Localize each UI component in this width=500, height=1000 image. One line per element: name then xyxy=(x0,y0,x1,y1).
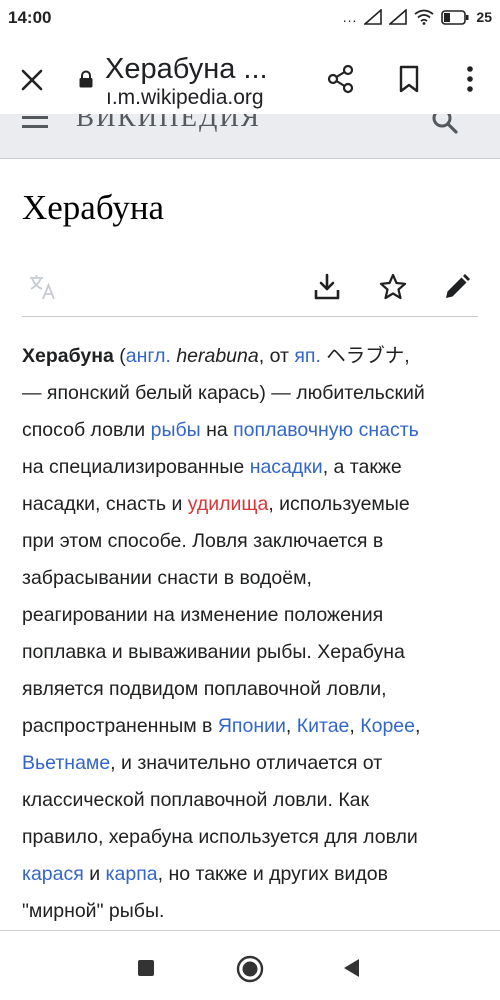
text-span: , xyxy=(349,715,361,737)
text-span: , но также и других видов xyxy=(157,863,388,885)
article-line: при этом способе. Ловля заключается в xyxy=(22,530,384,552)
share-icon xyxy=(327,64,354,94)
text-span: и xyxy=(83,863,106,885)
article-line: карася и карпа, но также и других видов xyxy=(22,856,482,893)
article-line: поплавка и вываживании рыбы. Херабуна xyxy=(22,641,405,663)
text-span: насадки, снасть и xyxy=(22,493,188,515)
screen: 14:00 ... 25 Херабуна ... ı.m.wikipedia.… xyxy=(0,0,500,1000)
link-bait[interactable]: насадки xyxy=(250,456,323,478)
wifi-icon xyxy=(414,9,434,25)
battery-icon xyxy=(441,9,469,25)
translate-icon xyxy=(30,275,55,300)
text-span: , от xyxy=(258,345,295,367)
page-title[interactable]: Херабуна ... xyxy=(105,53,268,86)
link-english[interactable]: англ. xyxy=(126,345,171,367)
bookmark-icon xyxy=(399,65,419,93)
article-line: — японский белый карась) — любительский xyxy=(22,382,425,404)
notification-dots: ... xyxy=(342,9,358,25)
wiki-header: ВИКИПЕДИЯ xyxy=(0,114,500,159)
recent-apps-button[interactable] xyxy=(136,958,156,978)
link-carp[interactable]: карпа xyxy=(106,863,158,885)
link-vietnam[interactable]: Вьетнаме xyxy=(22,752,110,774)
signal-icon xyxy=(389,9,408,25)
search-icon xyxy=(432,114,458,134)
article-line: забрасывании снасти в водоём, xyxy=(22,567,312,589)
link-china[interactable]: Китае xyxy=(297,715,350,737)
text-span: , а также xyxy=(322,456,402,478)
divider xyxy=(0,930,500,931)
article-line: Вьетнаме, и значительно отличается от xyxy=(22,745,482,782)
text-span: на xyxy=(200,419,234,441)
article-line: классической поплавочной ловли. Как xyxy=(22,789,370,811)
link-japan[interactable]: Японии xyxy=(218,715,286,737)
article-line: на специализированные насадки, а также xyxy=(22,449,482,486)
text-span: ヘラブナ, xyxy=(320,345,410,367)
link-float-tackle[interactable]: поплавочную снасть xyxy=(233,419,419,441)
search-button[interactable] xyxy=(430,114,460,136)
browser-toolbar: Херабуна ... ı.m.wikipedia.org xyxy=(0,40,500,114)
article-line: реагировании на изменение положения xyxy=(22,604,384,626)
redlink-rods[interactable]: удилища xyxy=(188,493,269,515)
edit-button[interactable] xyxy=(442,272,472,302)
more-vert-icon xyxy=(467,66,473,92)
text-span: , используемые xyxy=(268,493,410,515)
close-tab-button[interactable] xyxy=(14,62,50,98)
english-term: herabuna xyxy=(176,345,259,367)
battery-percent: 25 xyxy=(476,9,492,25)
article-heading: Херабуна xyxy=(22,188,165,227)
text-span: способ ловли xyxy=(22,419,151,441)
text-span: , xyxy=(285,715,297,737)
signal-icon xyxy=(364,9,383,25)
status-time: 14:00 xyxy=(8,8,52,27)
link-fish[interactable]: рыбы xyxy=(151,419,201,441)
lock-icon xyxy=(78,70,94,88)
text-span: , и значительно отличается от xyxy=(110,752,383,774)
download-button[interactable] xyxy=(312,272,342,302)
article-line: правило, херабуна используется для ловли xyxy=(22,826,418,848)
text-span: распространенным в xyxy=(22,715,218,737)
close-icon xyxy=(21,69,43,91)
more-options-button[interactable] xyxy=(455,64,485,94)
article-line: Херабуна (англ. herabuna, от яп. ヘラブナ, xyxy=(22,338,482,375)
text-span: ( xyxy=(113,345,126,367)
main-menu-button[interactable] xyxy=(22,114,50,134)
share-button[interactable] xyxy=(326,64,356,94)
circle-icon xyxy=(236,955,264,983)
link-crucian-carp[interactable]: карася xyxy=(22,863,84,885)
wikipedia-wordmark[interactable]: ВИКИПЕДИЯ xyxy=(76,114,261,133)
text-span: , xyxy=(414,715,421,737)
article-line: насадки, снасть и удилища, используемые xyxy=(22,486,482,523)
article-line: способ ловли рыбы на поплавочную снасть xyxy=(22,412,482,449)
pencil-icon xyxy=(446,274,470,298)
url-display[interactable]: ı.m.wikipedia.org xyxy=(106,86,264,110)
link-korea[interactable]: Корее xyxy=(360,715,415,737)
language-button[interactable] xyxy=(28,272,58,302)
star-icon xyxy=(379,273,407,300)
status-icons: ... 25 xyxy=(343,9,492,25)
hamburger-icon xyxy=(22,116,48,128)
bookmark-button[interactable] xyxy=(394,64,424,94)
download-icon xyxy=(314,273,340,300)
home-button[interactable] xyxy=(235,954,265,984)
text-span: на специализированные xyxy=(22,456,250,478)
watch-button[interactable] xyxy=(378,272,408,302)
page-actions-bar xyxy=(22,260,478,317)
triangle-back-icon xyxy=(344,959,359,977)
square-icon xyxy=(138,960,154,976)
link-japanese[interactable]: яп. xyxy=(294,345,321,367)
article-term: Херабуна xyxy=(22,345,114,367)
article-line: "мирной" рыбы. xyxy=(22,900,165,922)
back-button[interactable] xyxy=(340,956,364,980)
article-line: является подвидом поплавочной ловли, xyxy=(22,678,387,700)
status-bar: 14:00 ... 25 xyxy=(0,0,500,40)
system-nav-bar xyxy=(0,940,500,1000)
article-body: Херабуна (англ. herabuna, от яп. ヘラブナ, —… xyxy=(22,338,482,930)
article-line: распространенным в Японии, Китае, Корее, xyxy=(22,708,482,745)
